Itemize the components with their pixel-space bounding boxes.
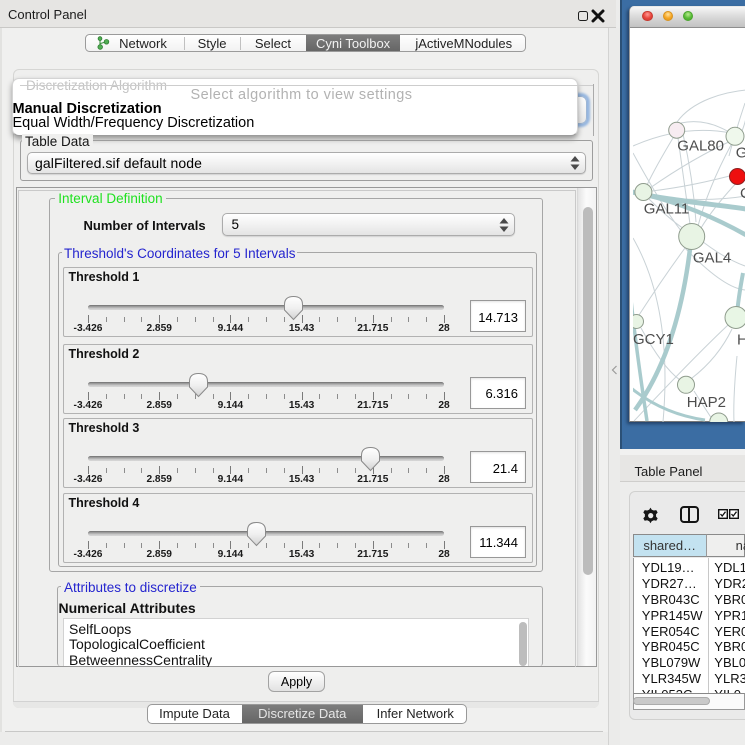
svg-text:GAL11: GAL11 xyxy=(644,200,690,217)
svg-text:GCY1: GCY1 xyxy=(633,331,674,348)
svg-text:HAP2: HAP2 xyxy=(687,394,726,411)
svg-text:C: C xyxy=(740,185,745,202)
svg-text:GAL4: GAL4 xyxy=(693,249,731,266)
svg-text:GA: GA xyxy=(736,144,745,161)
svg-text:H: H xyxy=(737,331,745,348)
svg-text:GAL80: GAL80 xyxy=(677,137,724,154)
